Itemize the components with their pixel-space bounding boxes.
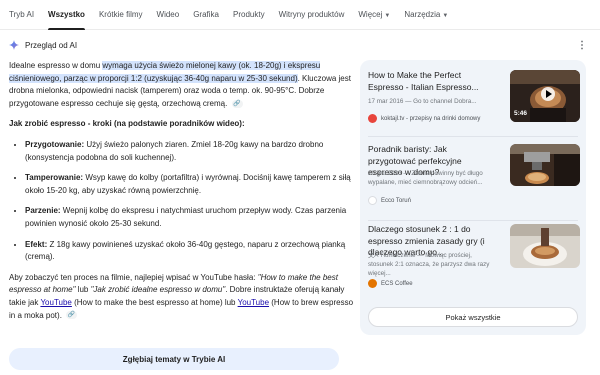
list-item: Przygotowanie: Użyj świeżo palonych ziar… [25,139,354,164]
step-label: Efekt: [25,239,48,249]
step-label: Tamperowanie: [25,173,84,183]
espresso-cup-image [510,224,580,268]
tab-short-videos[interactable]: Krótkie filmy [99,0,143,30]
caret-down-icon: ▼ [384,12,391,19]
divider [368,220,578,221]
source-card-1[interactable]: How to Make the Perfect Espresso - Itali… [368,70,580,130]
step-text: Z 18g kawy powinieneś uzyskać około 36-4… [25,239,346,262]
youtube-paragraph: Aby zobaczyć ten proces na filmie, najle… [9,272,354,322]
tab-ai-mode[interactable]: Tryb AI [9,0,34,30]
ai-overview-title: Przegląd od AI [25,40,78,50]
source-meta: 20 gru 2023 — Ziarna powinny być długo w… [368,170,483,186]
step-text: Wepnij kolbę do ekspresu i natychmiast u… [25,206,347,228]
source-card-3[interactable]: Dlaczego stosunek 2 : 1 do espresso zmie… [368,224,580,299]
source-site: koktajl.tv - przepisy na drinki domowy [368,114,480,123]
source-thumbnail[interactable] [510,144,580,186]
explore-ai-mode-button[interactable]: Zgłębiaj tematy w Trybie AI [9,348,339,370]
tab-product-sites[interactable]: Witryny produktów [279,0,345,30]
site-name: Ecco Toruń [381,197,411,204]
yt-text: lub [75,285,91,295]
step-label: Parzenie: [25,206,61,216]
source-meta-text: Tłumaczenie — Mówiąc prościej, stosunek … [368,252,490,277]
search-tabs: Tryb AI Wszystko Krótkie filmy Wideo Gra… [0,0,600,30]
tab-all[interactable]: Wszystko [48,0,85,30]
divider [368,136,578,137]
youtube-link-2[interactable]: YouTube [238,298,269,307]
caret-down-icon: ▼ [442,12,449,19]
translate-icon: 文A [368,252,380,259]
site-favicon-icon [368,114,377,123]
tab-products[interactable]: Produkty [233,0,265,30]
show-all-button[interactable]: Pokaż wszystkie [368,307,578,327]
source-meta: 文A Tłumaczenie — Mówiąc prościej, stosun… [368,251,498,278]
yt-text: (How to make the best espresso at home) … [71,297,238,307]
steps-list: Przygotowanie: Użyj świeżo palonych ziar… [9,139,354,264]
site-favicon-icon [368,196,377,205]
tab-videos[interactable]: Wideo [157,0,180,30]
yt-query-2: "Jak zrobić idealne espresso w domu" [90,285,226,295]
intro-text: Idealne espresso w domu [9,61,103,70]
sources-panel: How to Make the Perfect Espresso - Itali… [360,60,586,335]
video-thumbnail[interactable]: 5:46 [510,70,580,122]
intro-paragraph: Idealne espresso w domu wymaga użycia św… [9,60,354,110]
source-site: ECS Coffee [368,279,413,288]
youtube-link-1[interactable]: YouTube [40,298,71,307]
ai-overview-header: Przegląd od AI [9,40,77,50]
site-favicon-icon [368,279,377,288]
list-item: Efekt: Z 18g kawy powinieneś uzyskać oko… [25,239,354,264]
steps-heading: Jak zrobić espresso - kroki (na podstawi… [9,119,245,129]
source-link-icon[interactable]: 🔗 [66,311,78,320]
tab-images[interactable]: Grafika [193,0,219,30]
tab-more-label: Więcej [358,9,383,19]
ai-sparkle-icon [9,40,19,50]
list-item: Tamperowanie: Wsyp kawę do kolby (portaf… [25,172,354,197]
source-title[interactable]: How to Make the Perfect Espresso - Itali… [368,70,494,93]
espresso-machine-image [510,144,580,186]
tab-tools-label: Narzędzia [404,9,441,19]
source-site: Ecco Toruń [368,196,411,205]
step-label: Przygotowanie: [25,139,85,149]
source-meta: 17 mar 2016 — Go to channel Dobra... [368,98,477,105]
ai-overview-body: Idealne espresso w domu wymaga użycia św… [9,60,354,330]
source-thumbnail[interactable] [510,224,580,268]
source-card-2[interactable]: Poradnik baristy: Jak przygotować perfek… [368,144,580,214]
tab-tools[interactable]: Narzędzia ▼ [404,0,448,30]
site-name: koktajl.tv - przepisy na drinki domowy [381,115,481,122]
site-name: ECS Coffee [381,280,413,287]
more-options-icon[interactable]: ⋮ [577,41,587,51]
yt-text: Aby zobaczyć ten proces na filmie, najle… [9,272,258,282]
list-item: Parzenie: Wepnij kolbę do ekspresu i nat… [25,205,354,230]
source-link-icon[interactable]: 🔗 [231,99,243,108]
tab-more[interactable]: Więcej ▼ [358,0,390,30]
video-duration: 5:46 [514,110,528,117]
